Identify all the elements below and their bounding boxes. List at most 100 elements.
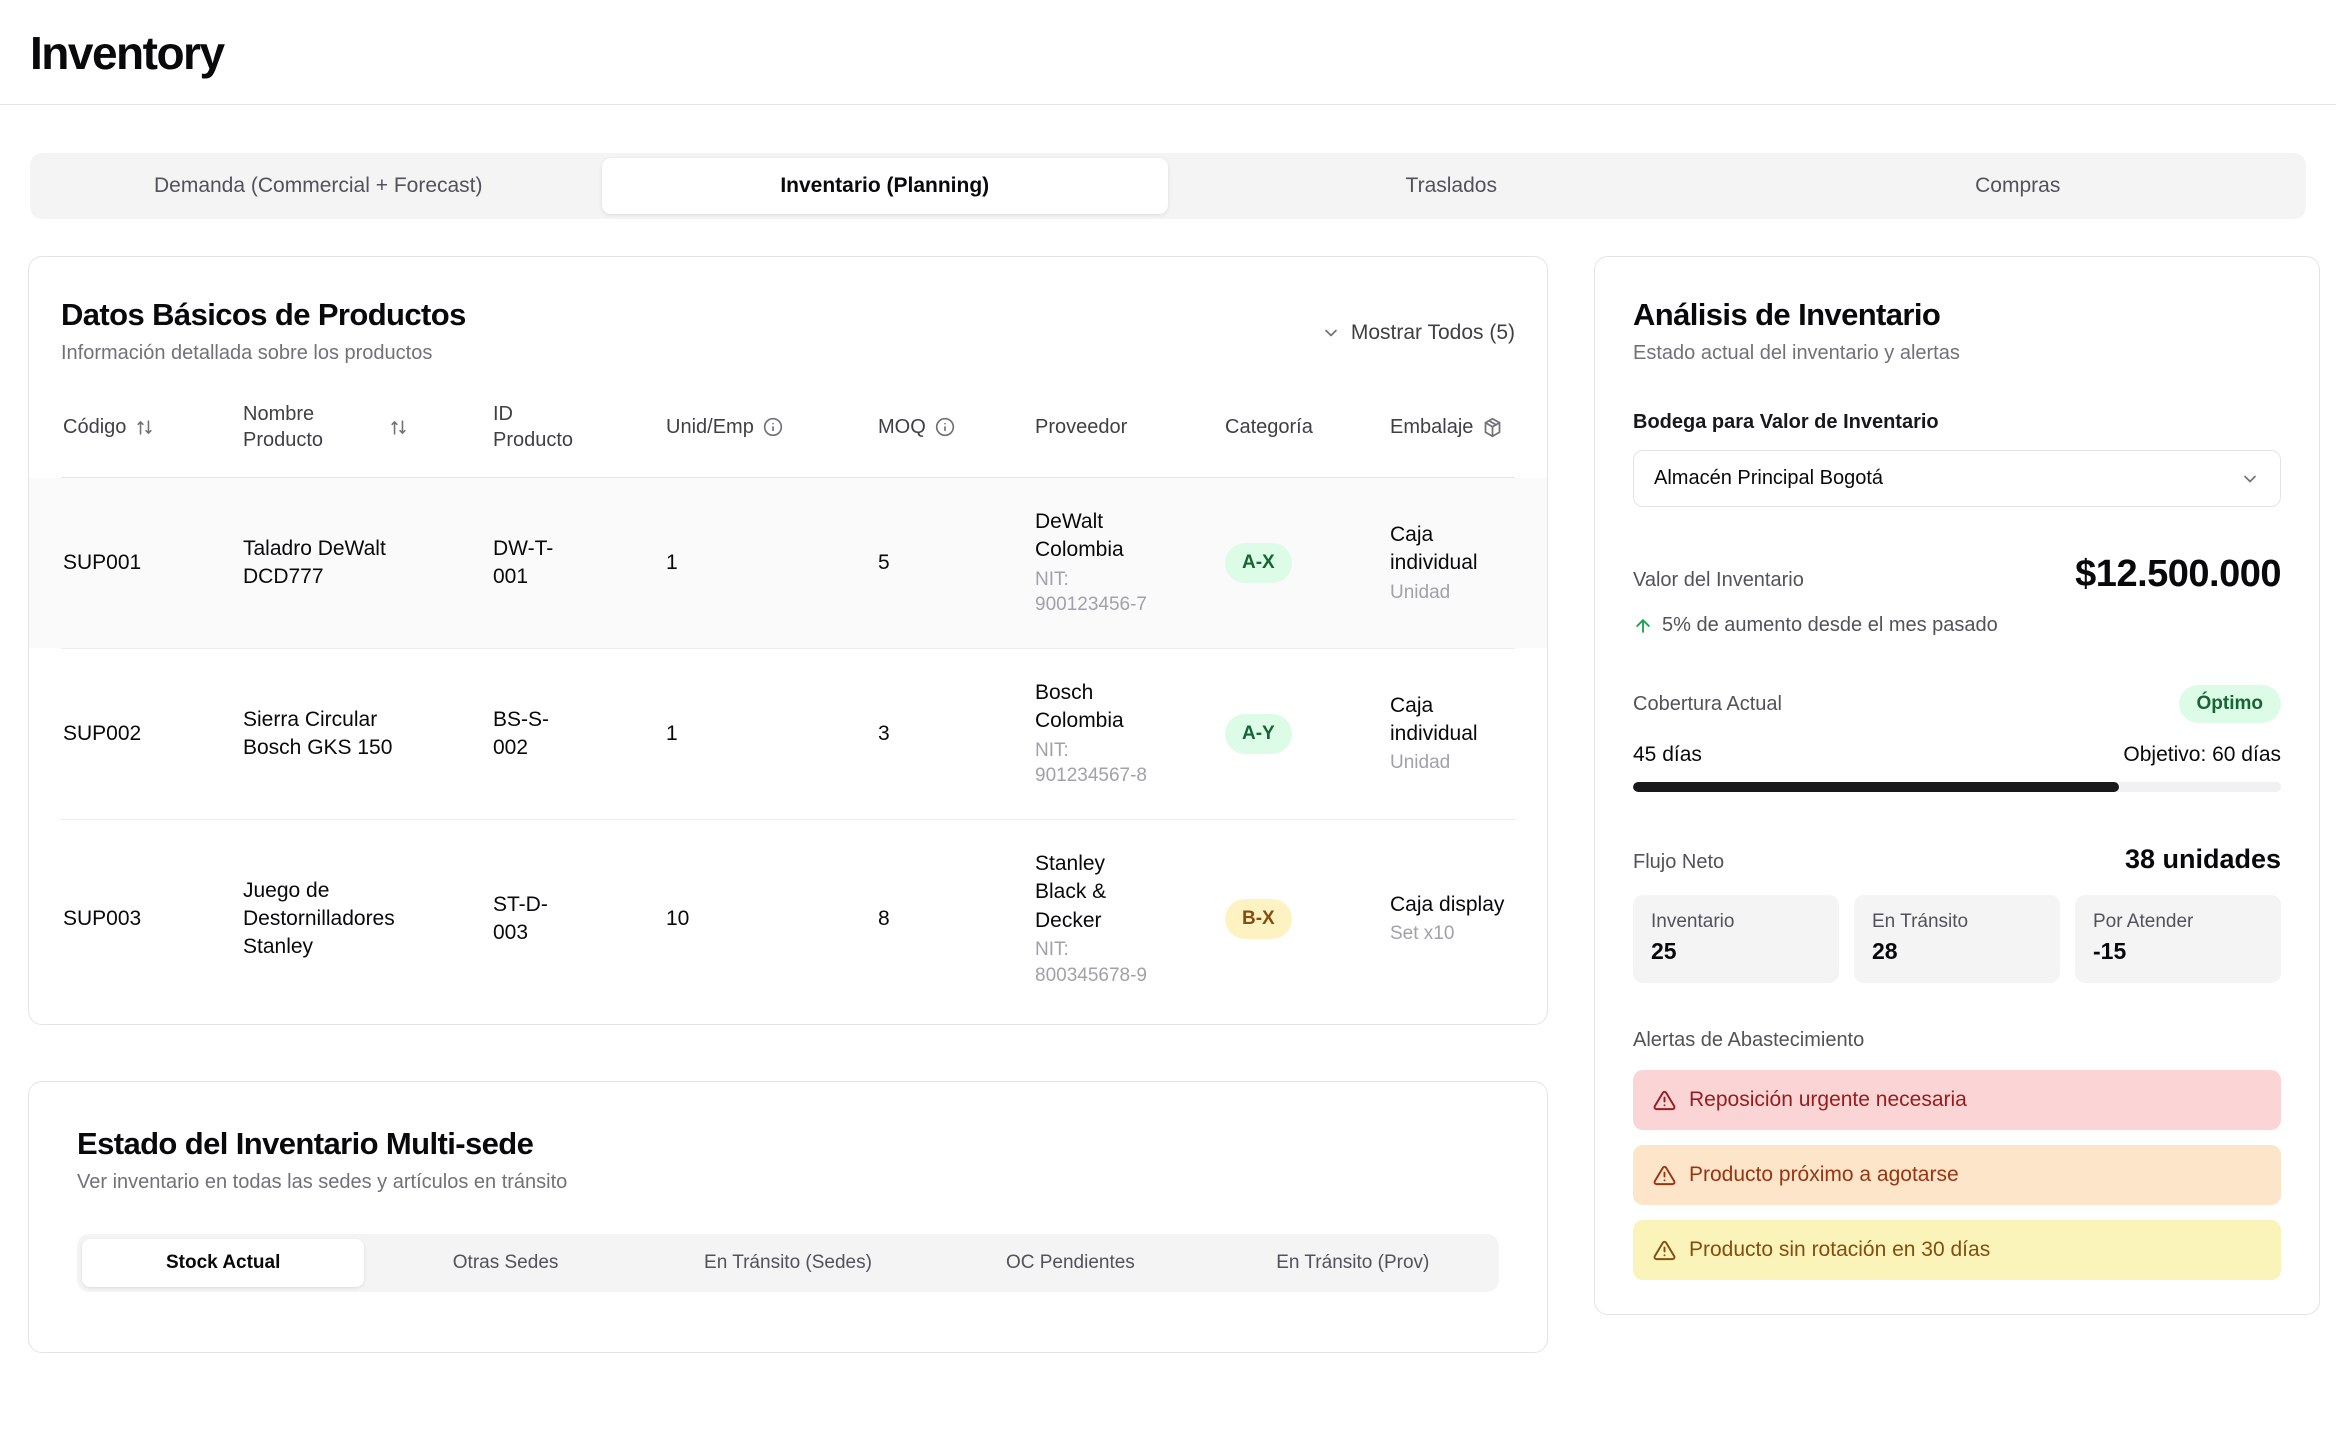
- cell-category: A-Y: [1225, 714, 1390, 754]
- multisite-card-title: Estado del Inventario Multi-sede: [77, 1126, 1499, 1162]
- arrow-up-icon: [1633, 616, 1653, 636]
- tab-inventario-planning[interactable]: Inventario (Planning): [602, 158, 1169, 214]
- tab-en-transito-sedes[interactable]: En Tránsito (Sedes): [647, 1239, 929, 1287]
- tab-demanda[interactable]: Demanda (Commercial + Forecast): [35, 158, 602, 214]
- cell-packaging: Caja individual Unidad: [1390, 692, 1515, 776]
- column-codigo[interactable]: Código: [63, 414, 243, 440]
- coverage-progress-fill: [1633, 782, 2119, 792]
- tab-compras[interactable]: Compras: [1735, 158, 2302, 214]
- cell-packaging: Caja display Set x10: [1390, 891, 1515, 947]
- cell-moq: 8: [878, 905, 1035, 933]
- inventory-value: $12.500.000: [2075, 553, 2281, 596]
- alerts-label: Alertas de Abastecimiento: [1633, 1029, 2281, 1052]
- inventory-trend: 5% de aumento desde el mes pasado: [1633, 614, 2281, 637]
- alert-urgent-restock: Reposición urgente necesaria: [1633, 1070, 2281, 1130]
- tab-stock-actual[interactable]: Stock Actual: [82, 1239, 364, 1287]
- multisite-card-subtitle: Ver inventario en todas las sedes y artí…: [77, 1171, 1499, 1194]
- analysis-card-title: Análisis de Inventario: [1633, 297, 2281, 333]
- alert-no-rotation: Producto sin rotación en 30 días: [1633, 1220, 2281, 1280]
- analysis-card: Análisis de Inventario Estado actual del…: [1594, 256, 2320, 1315]
- cell-code: SUP001: [63, 549, 243, 577]
- supplier-nit: NIT: 901234567-8: [1035, 738, 1153, 789]
- supplier-nit: NIT: 800345678-9: [1035, 937, 1153, 988]
- netflow-box-inventario: Inventario 25: [1633, 895, 1839, 983]
- sort-icon[interactable]: [389, 418, 408, 437]
- coverage-status-badge: Óptimo: [2179, 685, 2282, 723]
- table-row: SUP002 Sierra Circular Bosch GKS 150 BS-…: [61, 648, 1515, 819]
- products-card-subtitle: Información detallada sobre los producto…: [61, 342, 466, 365]
- products-card: Datos Básicos de Productos Información d…: [28, 256, 1548, 1025]
- cell-product-id: DW-T-001: [493, 535, 577, 592]
- tab-otras-sedes[interactable]: Otras Sedes: [364, 1239, 646, 1287]
- column-proveedor: Proveedor: [1035, 414, 1225, 440]
- cell-packaging: Caja individual Unidad: [1390, 521, 1520, 605]
- column-nombre-producto[interactable]: Nombre Producto: [243, 401, 493, 453]
- multisite-tabbar: Stock Actual Otras Sedes En Tránsito (Se…: [77, 1234, 1499, 1292]
- cell-moq: 5: [878, 549, 1035, 577]
- cell-units: 1: [666, 720, 878, 748]
- page-title: Inventory: [30, 26, 2306, 80]
- cell-supplier: DeWalt Colombia NIT: 900123456-7: [1035, 508, 1153, 618]
- chevron-down-icon: [1321, 323, 1341, 343]
- warehouse-selected-value: Almacén Principal Bogotá: [1654, 467, 1883, 490]
- cell-moq: 3: [878, 720, 1035, 748]
- cell-name: Taladro DeWalt DCD777: [243, 535, 418, 592]
- show-all-label: Mostrar Todos (5): [1351, 321, 1515, 345]
- coverage-current: 45 días: [1633, 743, 1702, 767]
- cell-category: B-X: [1225, 899, 1390, 939]
- netflow-label: Flujo Neto: [1633, 851, 1724, 874]
- info-icon[interactable]: [935, 417, 955, 437]
- category-badge: B-X: [1225, 899, 1292, 939]
- cell-product-id: ST-D-003: [493, 891, 577, 948]
- warning-triangle-icon: [1653, 1239, 1676, 1262]
- column-unid-emp: Unid/Emp: [666, 414, 878, 440]
- main-content: Datos Básicos de Productos Información d…: [0, 219, 2336, 1353]
- cell-product-id: BS-S-002: [493, 706, 577, 763]
- supplier-nit: NIT: 900123456-7: [1035, 567, 1153, 618]
- tab-oc-pendientes[interactable]: OC Pendientes: [929, 1239, 1211, 1287]
- netflow-box-en-transito: En Tránsito 28: [1854, 895, 2060, 983]
- alert-low-stock: Producto próximo a agotarse: [1633, 1145, 2281, 1205]
- cell-category: A-X: [1225, 543, 1390, 583]
- column-id-producto: ID Producto: [493, 401, 666, 453]
- chevron-down-icon: [2240, 469, 2260, 489]
- inventory-value-label: Valor del Inventario: [1633, 569, 1804, 592]
- sort-icon[interactable]: [135, 418, 154, 437]
- column-categoria: Categoría: [1225, 414, 1390, 440]
- warehouse-select[interactable]: Almacén Principal Bogotá: [1633, 450, 2281, 507]
- tab-traslados[interactable]: Traslados: [1168, 158, 1735, 214]
- table-row: SUP001 Taladro DeWalt DCD777 DW-T-001 1 …: [29, 478, 1547, 648]
- cell-units: 10: [666, 905, 878, 933]
- analysis-card-subtitle: Estado actual del inventario y alertas: [1633, 342, 2281, 365]
- left-column: Datos Básicos de Productos Información d…: [28, 256, 1548, 1353]
- cell-code: SUP003: [63, 905, 243, 933]
- column-moq: MOQ: [878, 414, 1035, 440]
- show-all-button[interactable]: Mostrar Todos (5): [1321, 321, 1515, 345]
- warning-triangle-icon: [1653, 1164, 1676, 1187]
- cell-code: SUP002: [63, 720, 243, 748]
- coverage-progress-bar: [1633, 782, 2281, 792]
- cell-units: 1: [666, 549, 878, 577]
- main-tabbar: Demanda (Commercial + Forecast) Inventar…: [30, 153, 2306, 219]
- cell-name: Sierra Circular Bosch GKS 150: [243, 706, 418, 763]
- info-icon[interactable]: [763, 417, 783, 437]
- warehouse-select-label: Bodega para Valor de Inventario: [1633, 411, 2281, 434]
- cell-name: Juego de Destornilladores Stanley: [243, 877, 418, 962]
- coverage-target: Objetivo: 60 días: [2123, 743, 2281, 767]
- products-card-header: Datos Básicos de Productos Información d…: [61, 297, 1515, 365]
- multisite-card: Estado del Inventario Multi-sede Ver inv…: [28, 1081, 1548, 1353]
- category-badge: A-Y: [1225, 714, 1292, 754]
- table-row: SUP003 Juego de Destornilladores Stanley…: [61, 819, 1515, 1018]
- inventory-trend-text: 5% de aumento desde el mes pasado: [1662, 614, 1998, 637]
- products-card-title: Datos Básicos de Productos: [61, 297, 466, 333]
- netflow-box-por-atender: Por Atender -15: [2075, 895, 2281, 983]
- cell-supplier: Bosch Colombia NIT: 901234567-8: [1035, 679, 1153, 789]
- netflow-value: 38 unidades: [2125, 844, 2281, 875]
- tab-en-transito-prov[interactable]: En Tránsito (Prov): [1212, 1239, 1494, 1287]
- cell-supplier: Stanley Black & Decker NIT: 800345678-9: [1035, 850, 1153, 988]
- package-icon: [1482, 417, 1503, 438]
- table-header: Código Nombre Producto ID Producto Unid/…: [61, 391, 1515, 478]
- category-badge: A-X: [1225, 543, 1292, 583]
- page-header: Inventory: [0, 0, 2336, 105]
- column-embalaje: Embalaje: [1390, 414, 1515, 440]
